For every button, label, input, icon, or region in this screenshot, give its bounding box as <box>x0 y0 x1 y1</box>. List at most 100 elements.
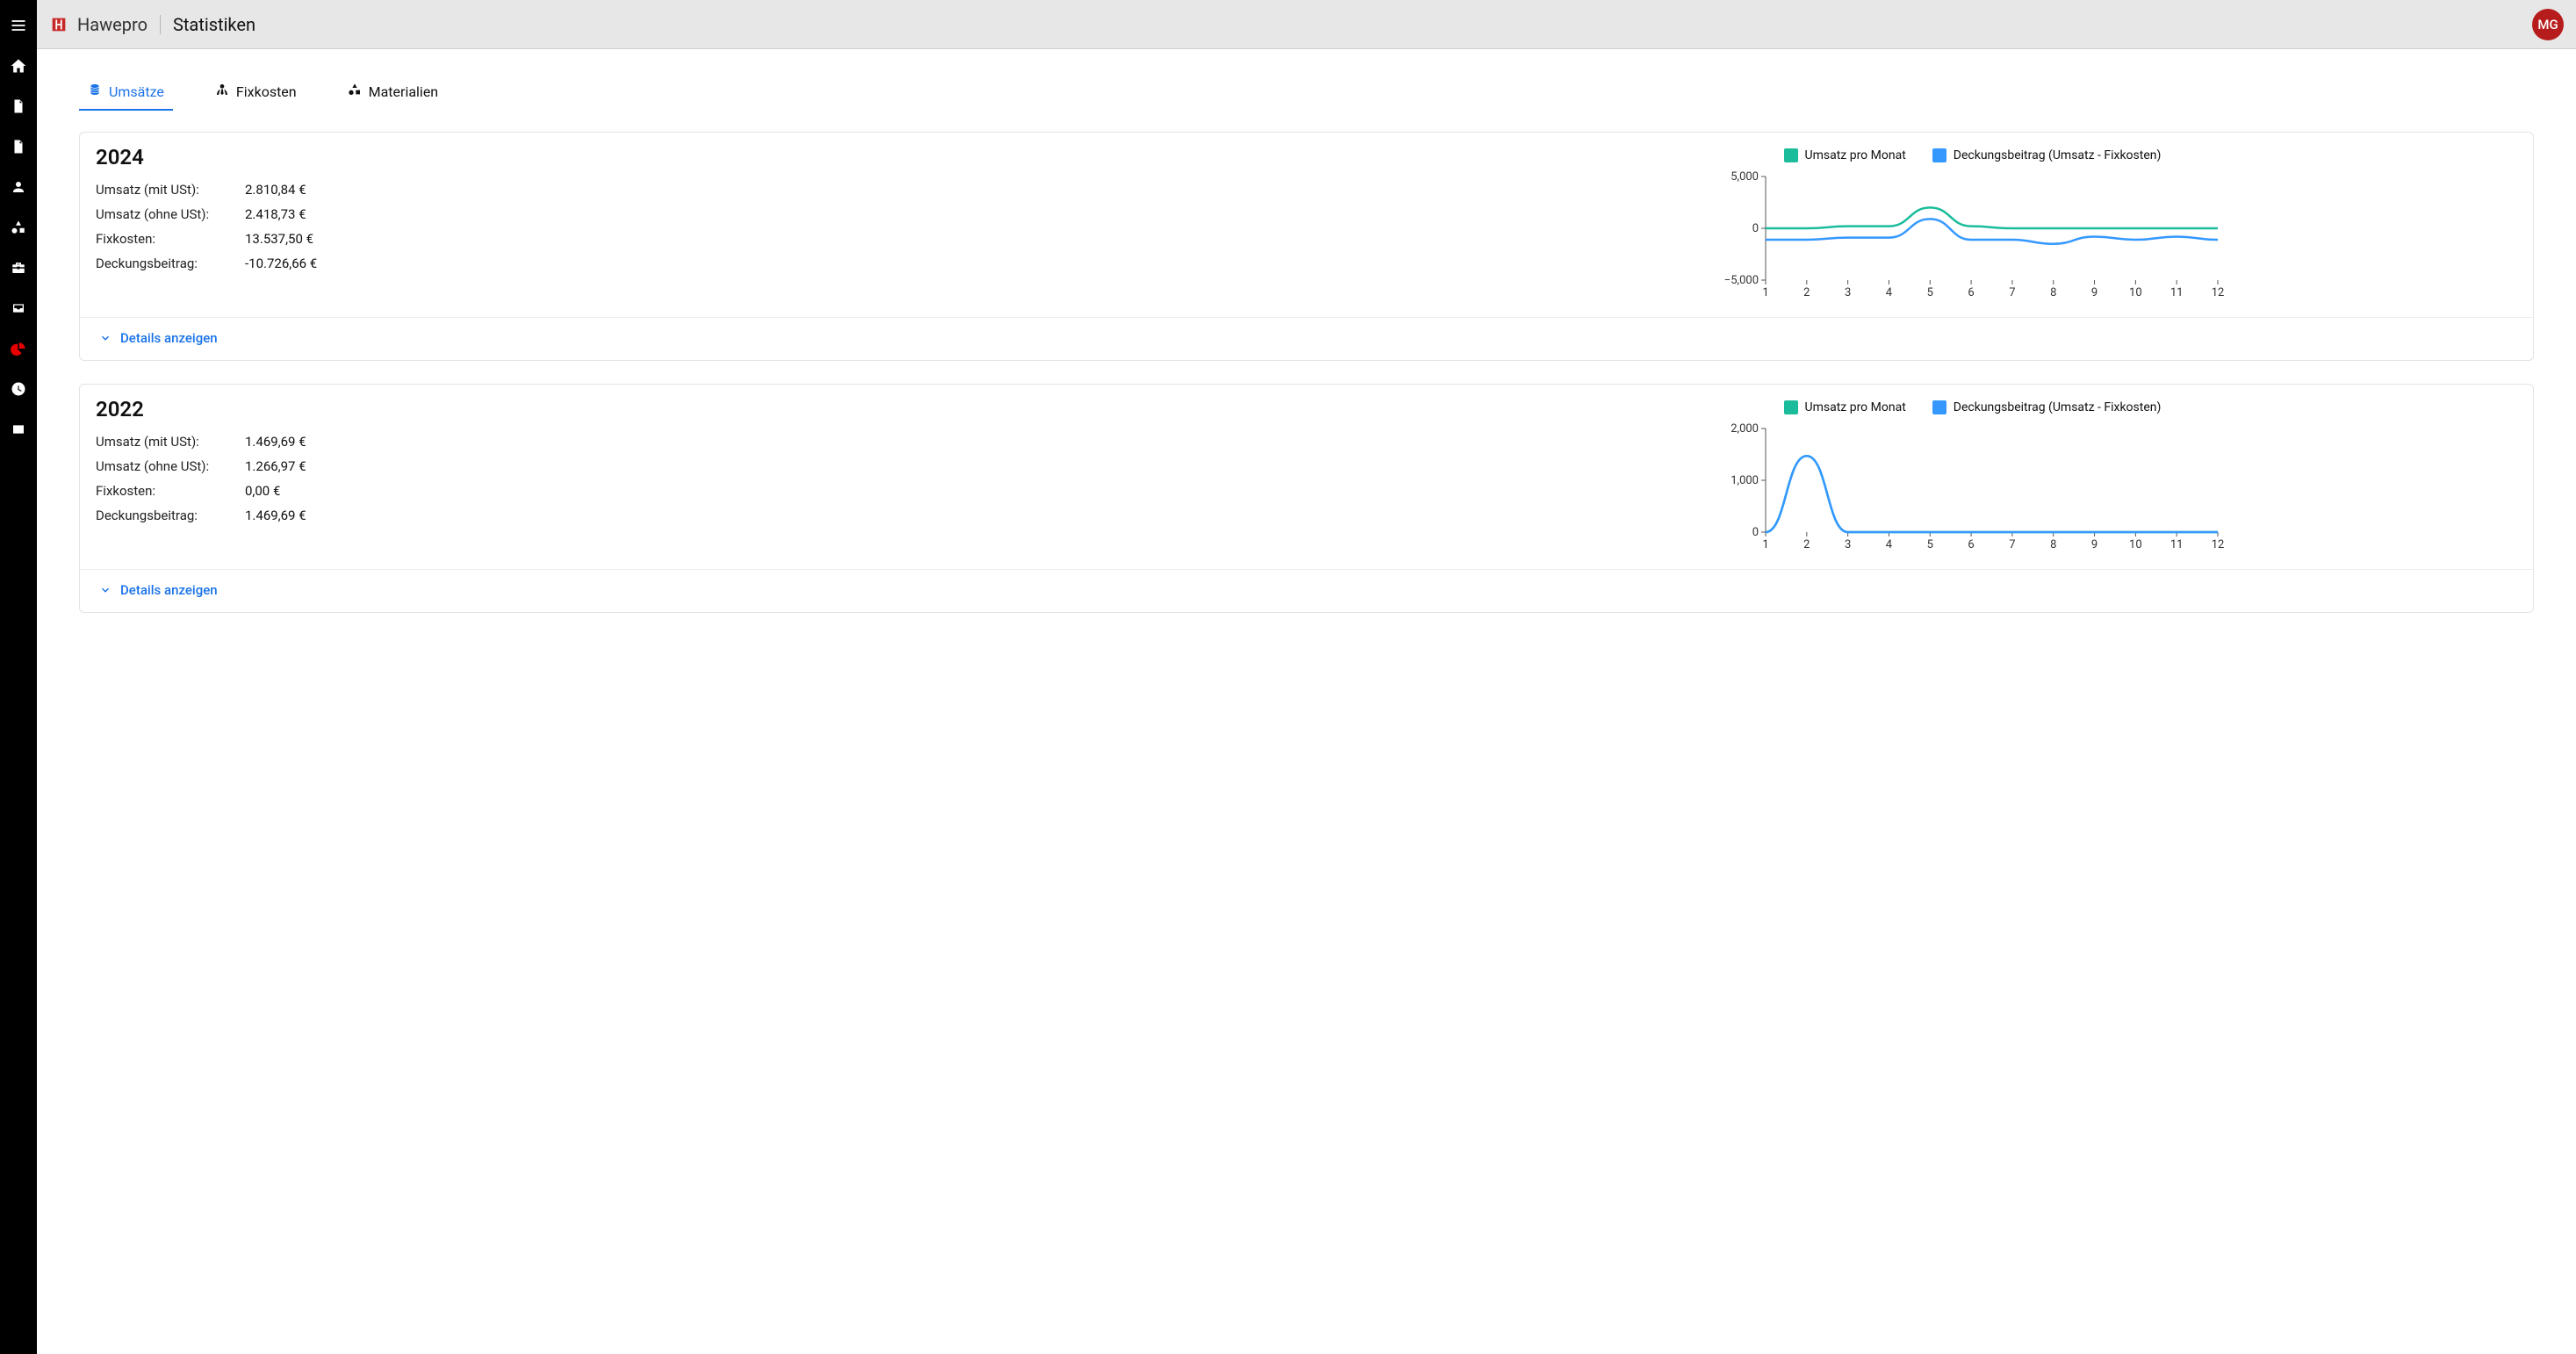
stat-row: Umsatz (mit USt): 1.469,69 € <box>96 434 1428 450</box>
chart-legend: Umsatz pro Monat Deckungsbeitrag (Umsatz… <box>1428 400 2517 414</box>
details-button-label: Details anzeigen <box>120 582 218 598</box>
stat-value: 1.266,97 € <box>245 458 306 474</box>
chart-2024: Umsatz pro Monat Deckungsbeitrag (Umsatz… <box>1428 145 2517 299</box>
year-card-2022: 2022 Umsatz (mit USt): 1.469,69 € Umsatz… <box>79 384 2534 613</box>
divider <box>160 15 161 34</box>
pie-chart-icon[interactable] <box>0 328 37 369</box>
svg-text:8: 8 <box>2051 286 2057 299</box>
svg-text:9: 9 <box>2091 286 2097 299</box>
file-invoice-icon[interactable] <box>0 126 37 167</box>
menu-icon[interactable] <box>0 5 37 46</box>
tab-fixkosten[interactable]: Fixkosten <box>206 76 306 111</box>
svg-text:4: 4 <box>1886 538 1893 551</box>
svg-text:6: 6 <box>1968 286 1975 299</box>
svg-text:4: 4 <box>1886 286 1893 299</box>
svg-text:0: 0 <box>1752 222 1759 235</box>
line-chart: 01,0002,000123456789101112 <box>1717 420 2227 551</box>
svg-text:11: 11 <box>2170 286 2184 299</box>
svg-text:2: 2 <box>1804 286 1810 299</box>
stat-label: Fixkosten: <box>96 231 245 247</box>
svg-text:1: 1 <box>1763 538 1769 551</box>
stat-label: Umsatz (mit USt): <box>96 182 245 198</box>
stat-value: 0,00 € <box>245 483 280 499</box>
avatar[interactable]: MG <box>2532 9 2564 40</box>
tabs: Umsätze Fixkosten Materialien <box>79 76 2534 111</box>
svg-text:5,000: 5,000 <box>1731 170 1759 184</box>
details-button-label: Details anzeigen <box>120 330 218 346</box>
svg-text:5: 5 <box>1927 538 1933 551</box>
legend-label: Deckungsbeitrag (Umsatz - Fixkosten) <box>1954 400 2162 414</box>
legend-swatch-teal <box>1784 148 1798 162</box>
stat-row: Umsatz (ohne USt): 2.418,73 € <box>96 206 1428 222</box>
legend-label: Umsatz pro Monat <box>1805 400 1906 414</box>
svg-text:3: 3 <box>1845 538 1851 551</box>
stat-row: Umsatz (ohne USt): 1.266,97 € <box>96 458 1428 474</box>
shapes-icon[interactable] <box>0 207 37 248</box>
home-icon[interactable] <box>0 46 37 86</box>
legend-label: Deckungsbeitrag (Umsatz - Fixkosten) <box>1954 148 2162 162</box>
svg-text:8: 8 <box>2051 538 2057 551</box>
stat-row: Deckungsbeitrag: 1.469,69 € <box>96 508 1428 523</box>
stat-value: 2.810,84 € <box>245 182 306 198</box>
brand-logo-icon <box>49 15 68 34</box>
stat-row: Deckungsbeitrag: -10.726,66 € <box>96 256 1428 271</box>
tab-label: Fixkosten <box>236 83 297 100</box>
stat-row: Umsatz (mit USt): 2.810,84 € <box>96 182 1428 198</box>
tab-umsaetze[interactable]: Umsätze <box>79 76 173 111</box>
svg-text:3: 3 <box>1845 286 1851 299</box>
svg-text:−5,000: −5,000 <box>1724 274 1759 287</box>
details-button[interactable]: Details anzeigen <box>99 582 218 598</box>
stat-label: Fixkosten: <box>96 483 245 499</box>
svg-text:12: 12 <box>2212 286 2225 299</box>
toolbox-icon[interactable] <box>0 248 37 288</box>
chevron-down-icon <box>99 332 112 344</box>
tab-label: Materialien <box>369 83 439 100</box>
details-button[interactable]: Details anzeigen <box>99 330 218 346</box>
stat-label: Deckungsbeitrag: <box>96 508 245 523</box>
svg-text:6: 6 <box>1968 538 1975 551</box>
stat-row: Fixkosten: 0,00 € <box>96 483 1428 499</box>
svg-text:5: 5 <box>1927 286 1933 299</box>
chart-2022: Umsatz pro Monat Deckungsbeitrag (Umsatz… <box>1428 397 2517 551</box>
svg-text:7: 7 <box>2010 538 2016 551</box>
stat-row: Fixkosten: 13.537,50 € <box>96 231 1428 247</box>
svg-text:2: 2 <box>1804 538 1810 551</box>
tab-materialien[interactable]: Materialien <box>339 76 448 111</box>
clock-icon[interactable] <box>0 369 37 409</box>
svg-text:11: 11 <box>2170 538 2184 551</box>
user-icon[interactable] <box>0 167 37 207</box>
coins-icon <box>88 83 102 100</box>
id-card-icon[interactable] <box>0 409 37 450</box>
stat-label: Umsatz (ohne USt): <box>96 458 245 474</box>
stat-value: 1.469,69 € <box>245 434 306 450</box>
legend-label: Umsatz pro Monat <box>1805 148 1906 162</box>
chart-legend: Umsatz pro Monat Deckungsbeitrag (Umsatz… <box>1428 148 2517 162</box>
sidebar <box>0 0 37 1354</box>
year-heading: 2022 <box>96 397 1428 421</box>
stat-label: Deckungsbeitrag: <box>96 256 245 271</box>
svg-text:1,000: 1,000 <box>1731 474 1759 487</box>
legend-swatch-blue <box>1932 400 1946 414</box>
stat-label: Umsatz (mit USt): <box>96 434 245 450</box>
line-chart: −5,00005,000123456789101112 <box>1717 168 2227 299</box>
svg-text:2,000: 2,000 <box>1731 422 1759 436</box>
legend-swatch-teal <box>1784 400 1798 414</box>
svg-text:10: 10 <box>2129 286 2142 299</box>
stat-label: Umsatz (ohne USt): <box>96 206 245 222</box>
brand-name: Hawepro <box>77 14 148 35</box>
shapes-icon <box>348 83 362 100</box>
chevron-down-icon <box>99 584 112 596</box>
inbox-icon[interactable] <box>0 288 37 328</box>
file-icon[interactable] <box>0 86 37 126</box>
stat-value: 2.418,73 € <box>245 206 306 222</box>
svg-text:9: 9 <box>2091 538 2097 551</box>
legend-swatch-blue <box>1932 148 1946 162</box>
svg-text:12: 12 <box>2212 538 2225 551</box>
stat-value: 1.469,69 € <box>245 508 306 523</box>
person-tie-icon <box>215 83 229 100</box>
year-heading: 2024 <box>96 145 1428 169</box>
stat-value: -10.726,66 € <box>245 256 317 271</box>
svg-text:0: 0 <box>1752 526 1759 539</box>
topbar: Hawepro Statistiken MG <box>37 0 2576 49</box>
tab-label: Umsätze <box>109 83 164 100</box>
